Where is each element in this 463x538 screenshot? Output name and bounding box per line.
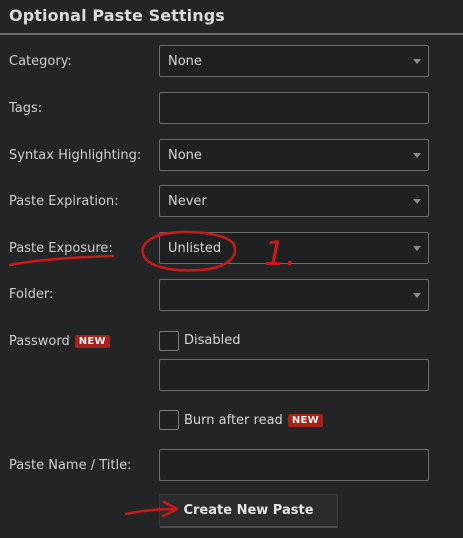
chevron-down-icon [413,199,421,204]
new-badge: NEW [287,414,323,427]
folder-label: Folder: [9,287,54,302]
expiration-select[interactable]: Never [159,185,429,217]
title-divider [0,33,463,35]
paste-name-input[interactable] [159,449,429,481]
new-badge: NEW [74,335,110,348]
chevron-down-icon [413,293,421,298]
chevron-down-icon [413,59,421,64]
password-enable-checkbox[interactable] [159,331,179,351]
chevron-down-icon [413,246,421,251]
burn-after-read-group[interactable]: Burn after read NEW [184,413,323,428]
tags-input[interactable] [159,92,429,124]
category-value: None [168,54,202,69]
burn-after-read-checkbox[interactable] [159,410,179,430]
password-label-group: Password NEW [9,334,110,349]
syntax-value: None [168,148,202,163]
exposure-select[interactable]: Unlisted [159,232,429,264]
exposure-value: Unlisted [168,241,222,256]
section-title: Optional Paste Settings [9,6,225,25]
expiration-label: Paste Expiration: [9,194,119,209]
chevron-down-icon [413,153,421,158]
exposure-label: Paste Exposure: [9,241,113,256]
create-new-paste-button[interactable]: Create New Paste [159,494,338,528]
password-input[interactable] [159,359,429,391]
password-label: Password [9,334,70,349]
syntax-select[interactable]: None [159,139,429,171]
folder-select[interactable] [159,279,429,311]
paste-name-label: Paste Name / Title: [9,458,132,473]
burn-after-read-label: Burn after read [184,413,283,428]
syntax-label: Syntax Highlighting: [9,148,142,163]
annotation-underline [8,254,115,267]
expiration-value: Never [168,194,207,209]
password-toggle-label[interactable]: Disabled [184,333,240,348]
tags-label: Tags: [9,101,43,116]
category-select[interactable]: None [159,45,429,77]
category-label: Category: [9,54,72,69]
